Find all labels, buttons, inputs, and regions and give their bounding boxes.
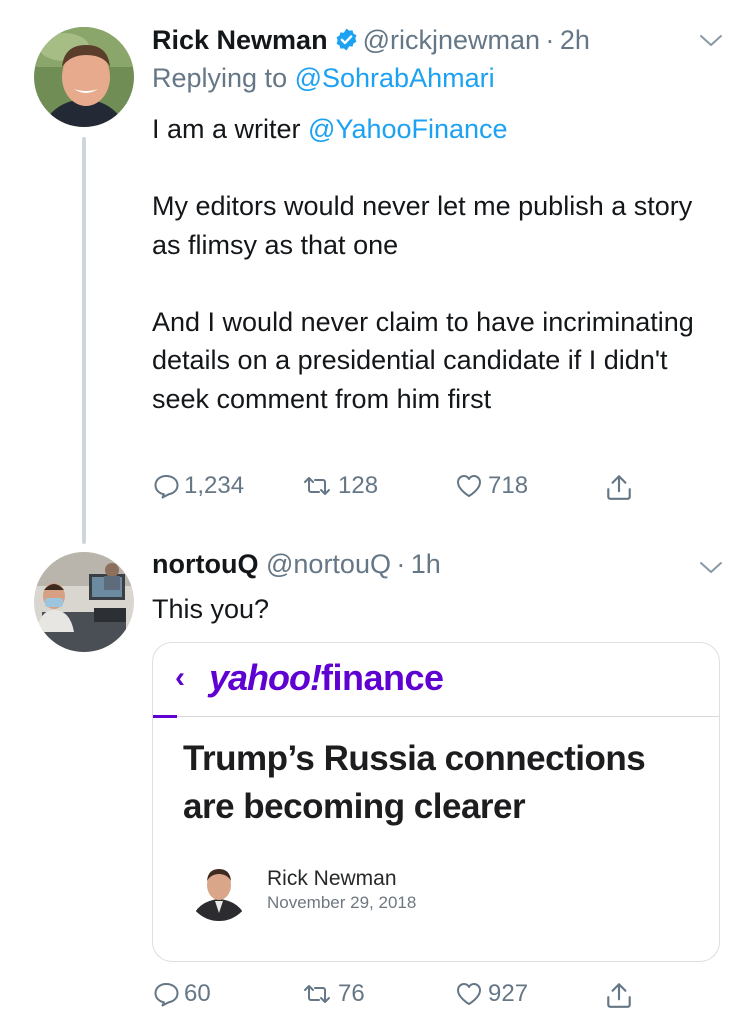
card-divider — [153, 716, 719, 717]
tweet-actions: 1,234 128 718 — [152, 472, 712, 508]
replying-to-mention[interactable]: @SohrabAhmari — [295, 63, 495, 93]
article-date: November 29, 2018 — [267, 893, 417, 912]
retweet-icon — [304, 985, 330, 1003]
share-button[interactable] — [604, 980, 638, 1010]
retweet-count: 128 — [338, 472, 379, 499]
author-name[interactable]: Rick Newman — [152, 25, 328, 55]
share-button[interactable] — [604, 472, 638, 502]
share-icon — [607, 983, 631, 1008]
retweet-icon — [304, 477, 330, 495]
avatar[interactable] — [34, 27, 134, 127]
article-headline: Trump’s Russia connections are becoming … — [183, 739, 646, 826]
avatar[interactable] — [34, 552, 134, 652]
tweet-text: I am a writer @YahooFinance My editors w… — [152, 110, 722, 418]
tweet-text: This you? — [152, 594, 270, 624]
reply-icon — [154, 983, 179, 1007]
chevron-down-icon[interactable] — [698, 33, 724, 49]
author-handle[interactable]: @nortouQ — [266, 549, 391, 579]
share-icon — [607, 475, 631, 500]
tweet-paragraph-2: My editors would never let me publish a … — [152, 191, 693, 260]
like-icon — [457, 983, 481, 1005]
author-handle[interactable]: @rickjnewman — [363, 25, 540, 55]
article-author-name: Rick Newman — [267, 867, 397, 890]
article-author-photo — [187, 857, 251, 921]
tweet-text-line1: I am a writer — [152, 114, 309, 144]
replying-to-line: Replying to @SohrabAhmari — [152, 62, 495, 94]
brand-part2: finance — [321, 657, 444, 698]
separator-dot: · — [390, 549, 411, 579]
like-count: 927 — [488, 980, 529, 1007]
thread-connector — [82, 137, 86, 544]
reply-count: 1,234 — [184, 472, 245, 499]
retweet-button[interactable]: 128 — [300, 472, 378, 500]
like-button[interactable]: 927 — [454, 980, 528, 1008]
embedded-image-card[interactable]: ‹ yahoo!finance Trump’s Russia connectio… — [152, 642, 720, 962]
tweet-header: nortouQ @nortouQ · 1h — [152, 548, 441, 580]
card-accent-bar — [153, 715, 177, 718]
tweet-timestamp[interactable]: 2h — [560, 25, 590, 55]
author-name[interactable]: nortouQ — [152, 549, 258, 579]
separator-dot: · — [540, 25, 560, 55]
chevron-down-icon[interactable] — [698, 560, 724, 576]
reply-button[interactable]: 60 — [152, 980, 211, 1008]
tweet-paragraph-3: And I would never claim to have incrimin… — [152, 306, 694, 414]
tweet-rick-newman[interactable]: Rick Newman @rickjnewman · 2h Replying to… — [0, 0, 752, 544]
tweet-nortouq[interactable]: nortouQ @nortouQ · 1h This you? ‹ yahoo!… — [0, 540, 752, 1024]
verified-badge-icon — [334, 27, 359, 52]
tweet-timestamp[interactable]: 1h — [411, 549, 441, 579]
like-button[interactable]: 718 — [454, 472, 528, 500]
reply-button[interactable]: 1,234 — [152, 472, 244, 500]
reply-icon — [154, 475, 179, 499]
like-count: 718 — [488, 472, 529, 499]
reply-count: 60 — [184, 980, 211, 1007]
tweet-header: Rick Newman @rickjnewman · 2h — [152, 24, 590, 56]
retweet-count: 76 — [338, 980, 365, 1007]
like-icon — [457, 475, 481, 497]
retweet-button[interactable]: 76 — [300, 980, 365, 1008]
brand-part1: yahoo! — [209, 657, 322, 698]
replying-label: Replying to — [152, 63, 295, 93]
back-chevron-icon: ‹ — [175, 661, 185, 694]
yahoo-finance-logo: yahoo!finance — [209, 657, 444, 699]
tweet-actions: 60 76 927 — [152, 980, 712, 1016]
mention-link[interactable]: @YahooFinance — [308, 114, 508, 144]
